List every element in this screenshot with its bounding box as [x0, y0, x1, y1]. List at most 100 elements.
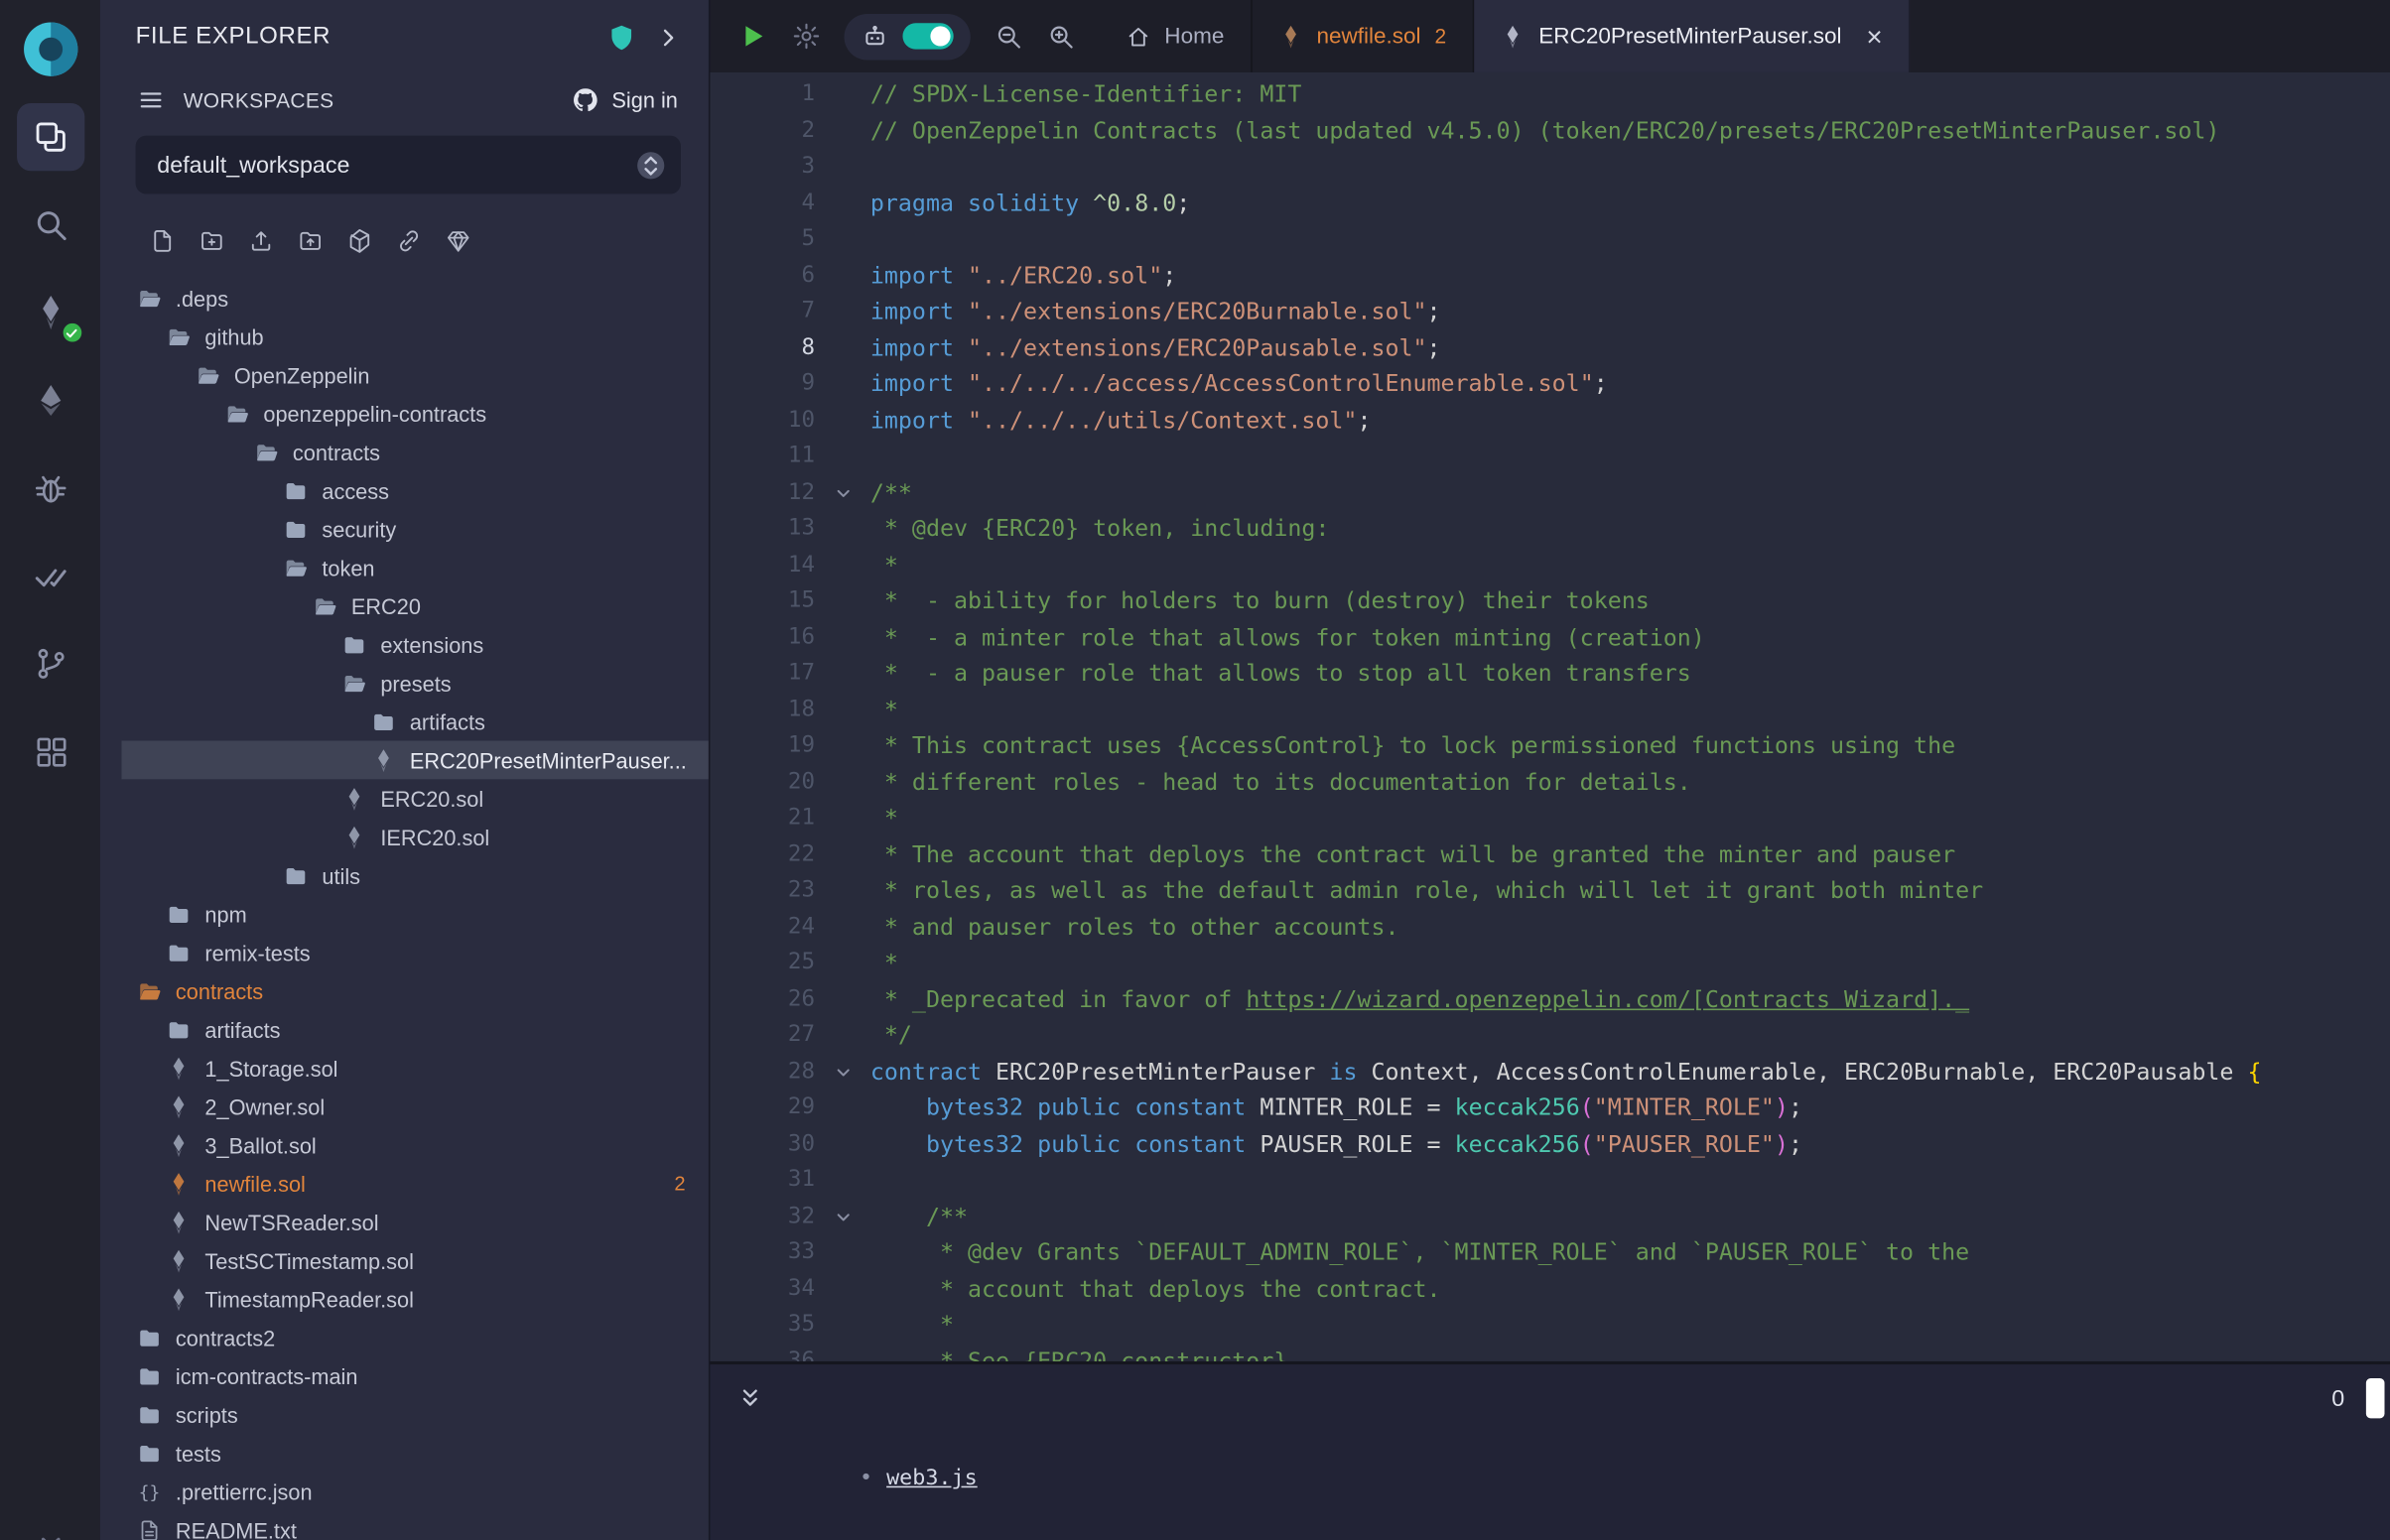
tree-item-icm-contracts-main[interactable]: icm-contracts-main [100, 1356, 709, 1395]
code-line-36[interactable]: 36 * See {ERC20-constructor}. [710, 1344, 2390, 1361]
terminal-item[interactable]: •web3.js [768, 1435, 2390, 1522]
tree-item-token[interactable]: token [100, 549, 709, 587]
terminal-expand-button[interactable] [736, 1384, 764, 1412]
tree-item-deps[interactable]: .deps [100, 279, 709, 318]
code-line-25[interactable]: 25 * [710, 946, 2390, 981]
code-line-13[interactable]: 13 * @dev {ERC20} token, including: [710, 511, 2390, 547]
tree-item-artifacts[interactable]: artifacts [100, 703, 709, 741]
fold-chevron-icon[interactable] [815, 1054, 870, 1090]
code-line-6[interactable]: 6 import "../ERC20.sol"; [710, 258, 2390, 294]
code-line-16[interactable]: 16 * - a minter role that allows for tok… [710, 620, 2390, 656]
code-line-35[interactable]: 35 * [710, 1308, 2390, 1344]
tree-item-remix-tests[interactable]: remix-tests [100, 934, 709, 972]
tree-item-ierc20-sol[interactable]: IERC20.sol [100, 818, 709, 856]
fold-chevron-icon[interactable] [815, 475, 870, 511]
tree-item-github[interactable]: github [100, 318, 709, 356]
tree-item-tests[interactable]: tests [100, 1434, 709, 1473]
upload-folder-button[interactable] [298, 228, 324, 254]
activity-debugger[interactable] [16, 454, 83, 522]
tree-item-erc20[interactable]: ERC20 [100, 586, 709, 625]
sign-in-button[interactable]: Sign in [572, 86, 678, 114]
code-line-30[interactable]: 30 bytes32 public constant PAUSER_ROLE =… [710, 1126, 2390, 1162]
workspace-switch-icon[interactable] [634, 149, 667, 182]
code-line-31[interactable]: 31 [710, 1163, 2390, 1199]
terminal-scroll-handle[interactable] [2366, 1378, 2385, 1418]
tree-item-openzeppelin-contracts[interactable]: openzeppelin-contracts [100, 394, 709, 433]
code-line-5[interactable]: 5 [710, 221, 2390, 257]
tree-item-1-storage-sol[interactable]: 1_Storage.sol [100, 1049, 709, 1088]
tree-item-utils[interactable]: utils [100, 856, 709, 895]
tree-item-access[interactable]: access [100, 471, 709, 510]
code-line-14[interactable]: 14 * [710, 548, 2390, 583]
new-folder-button[interactable] [199, 228, 224, 254]
tree-item-security[interactable]: security [100, 510, 709, 549]
activity-plugin-manager[interactable] [16, 717, 83, 785]
activity-solidity-compiler[interactable] [16, 279, 83, 346]
tab-home[interactable]: Home [1100, 0, 1252, 72]
activity-git[interactable] [16, 630, 83, 698]
code-line-29[interactable]: 29 bytes32 public constant MINTER_ROLE =… [710, 1091, 2390, 1126]
close-tab-icon[interactable]: × [1866, 23, 1882, 51]
activity-search[interactable] [16, 191, 83, 258]
tree-item-erc20presetminterpauser[interactable]: ERC20PresetMinterPauser... [100, 741, 709, 780]
code-line-19[interactable]: 19 * This contract uses {AccessControl} … [710, 728, 2390, 764]
code-line-22[interactable]: 22 * The account that deploys the contra… [710, 837, 2390, 873]
zoom-out-button[interactable] [994, 22, 1022, 51]
code-line-27[interactable]: 27 */ [710, 1018, 2390, 1054]
tree-item-newfile-sol[interactable]: newfile.sol 2 [100, 1164, 709, 1203]
tree-item-presets[interactable]: presets [100, 664, 709, 703]
activity-unit-testing[interactable] [16, 542, 83, 609]
code-line-11[interactable]: 11 [710, 439, 2390, 474]
code-line-17[interactable]: 17 * - a pauser role that allows to stop… [710, 656, 2390, 692]
code-line-21[interactable]: 21 * [710, 801, 2390, 836]
load-library-button[interactable] [346, 228, 372, 254]
activity-deploy-and-run[interactable] [16, 366, 83, 434]
code-line-8[interactable]: 8 import "../extensions/ERC20Pausable.so… [710, 330, 2390, 366]
hamburger-menu-icon[interactable] [137, 86, 165, 114]
activity-remix-logo[interactable] [16, 16, 83, 83]
import-from-url-button[interactable] [396, 228, 422, 254]
tab-erc20presetminterpauser-sol[interactable]: ERC20PresetMinterPauser.sol × [1474, 0, 1910, 72]
script-config-button[interactable] [792, 22, 821, 51]
run-button[interactable] [736, 20, 769, 53]
zoom-in-button[interactable] [1046, 22, 1075, 51]
tree-item-contracts[interactable]: contracts [100, 971, 709, 1010]
tree-item-contracts2[interactable]: contracts2 [100, 1319, 709, 1357]
tree-item-testsctimestamp-sol[interactable]: TestSCTimestamp.sol [100, 1241, 709, 1280]
code-line-7[interactable]: 7 import "../extensions/ERC20Burnable.so… [710, 294, 2390, 329]
code-line-10[interactable]: 10 import "../../../utils/Context.sol"; [710, 403, 2390, 439]
activity-more[interactable] [16, 1515, 83, 1540]
code-line-28[interactable]: 28 contract ERC20PresetMinterPauser is C… [710, 1054, 2390, 1090]
code-line-4[interactable]: 4 pragma solidity ^0.8.0; [710, 186, 2390, 221]
code-line-34[interactable]: 34 * account that deploys the contract. [710, 1271, 2390, 1307]
tree-item-timestampreader-sol[interactable]: TimestampReader.sol [100, 1280, 709, 1319]
code-line-9[interactable]: 9 import "../../../access/AccessControlE… [710, 366, 2390, 402]
terminal-item[interactable]: •ethers.js [768, 1523, 2390, 1540]
activity-file-explorer[interactable] [16, 103, 83, 171]
code-line-2[interactable]: 2 // OpenZeppelin Contracts (last update… [710, 113, 2390, 149]
chevron-right-icon[interactable] [655, 24, 681, 50]
tree-item-readme-txt[interactable]: README.txt [100, 1511, 709, 1540]
tree-item-2-owner-sol[interactable]: 2_Owner.sol [100, 1088, 709, 1126]
code-line-12[interactable]: 12 /** [710, 475, 2390, 511]
publish-workspace-button[interactable] [446, 228, 471, 254]
tree-item-openzeppelin[interactable]: OpenZeppelin [100, 356, 709, 395]
code-line-24[interactable]: 24 * and pauser roles to other accounts. [710, 909, 2390, 945]
new-file-button[interactable] [150, 228, 176, 254]
tree-item-prettierrc-json[interactable]: {}.prettierrc.json [100, 1473, 709, 1511]
code-line-20[interactable]: 20 * different roles - head to its docum… [710, 765, 2390, 801]
tree-item-npm[interactable]: npm [100, 895, 709, 934]
tree-item-newtsreader-sol[interactable]: NewTSReader.sol [100, 1203, 709, 1241]
tree-item-3-ballot-sol[interactable]: 3_Ballot.sol [100, 1126, 709, 1165]
code-line-3[interactable]: 3 [710, 150, 2390, 186]
tree-item-extensions[interactable]: extensions [100, 625, 709, 664]
code-line-26[interactable]: 26 * _Deprecated in favor of https://wiz… [710, 981, 2390, 1017]
code-line-15[interactable]: 15 * - ability for holders to burn (dest… [710, 583, 2390, 619]
code-line-23[interactable]: 23 * roles, as well as the default admin… [710, 873, 2390, 909]
tab-newfile-sol[interactable]: newfile.sol 2 [1252, 0, 1474, 72]
tree-item-artifacts[interactable]: artifacts [100, 1010, 709, 1049]
code-line-32[interactable]: 32 /** [710, 1199, 2390, 1234]
tree-item-contracts[interactable]: contracts [100, 433, 709, 471]
code-line-33[interactable]: 33 * @dev Grants `DEFAULT_ADMIN_ROLE`, `… [710, 1235, 2390, 1271]
code-line-1[interactable]: 1 // SPDX-License-Identifier: MIT [710, 77, 2390, 113]
